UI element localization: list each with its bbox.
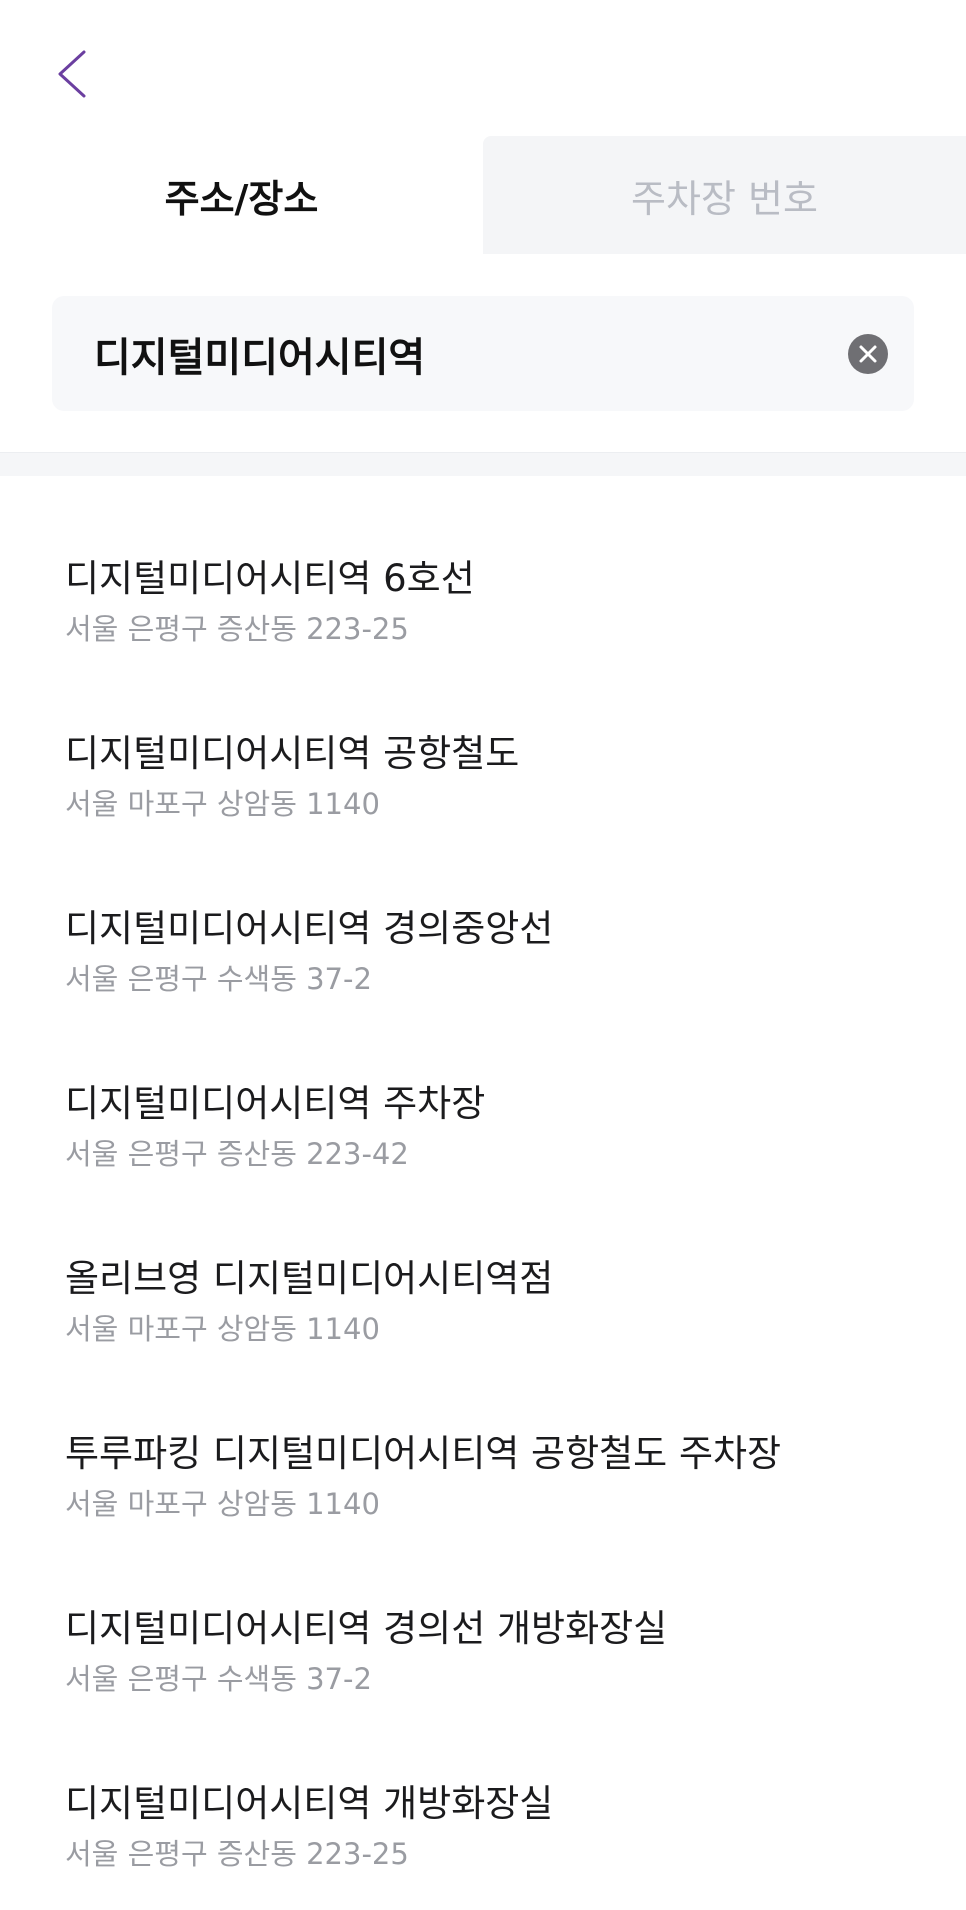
result-title: 디지털미디어시티역 공항철도	[65, 732, 520, 775]
tab-parking-number[interactable]: 주차장 번호	[483, 136, 966, 254]
result-item[interactable]: 디지털미디어시티역 개방화장실 서울 은평구 증산동 223-25	[0, 1780, 966, 1910]
result-title: 디지털미디어시티역 6호선	[65, 557, 475, 600]
result-address: 서울 은평구 수색동 37-2	[65, 962, 372, 997]
result-address: 서울 은평구 증산동 223-42	[65, 1137, 409, 1172]
tab-parking-number-label: 주차장 번호	[631, 176, 818, 221]
tab-address-place-label: 주소/장소	[164, 176, 319, 221]
result-address: 서울 마포구 상암동 1140	[65, 1487, 380, 1522]
result-item[interactable]: 디지털미디어시티역 6호선 서울 은평구 증산동 223-25	[0, 555, 966, 730]
section-divider	[0, 452, 966, 476]
result-title: 디지털미디어시티역 주차장	[65, 1082, 486, 1125]
search-results-list: 디지털미디어시티역 6호선 서울 은평구 증산동 223-25 디지털미디어시티…	[0, 555, 966, 1910]
search-mode-tabs: 주소/장소 주차장 번호	[0, 136, 966, 254]
result-item[interactable]: 투루파킹 디지털미디어시티역 공항철도 주차장 서울 마포구 상암동 1140	[0, 1430, 966, 1605]
back-button[interactable]	[56, 44, 112, 104]
result-address: 서울 마포구 상암동 1140	[65, 1312, 380, 1347]
result-address: 서울 은평구 수색동 37-2	[65, 1662, 372, 1697]
search-box	[52, 296, 914, 411]
result-item[interactable]: 디지털미디어시티역 공항철도 서울 마포구 상암동 1140	[0, 730, 966, 905]
result-item[interactable]: 디지털미디어시티역 경의선 개방화장실 서울 은평구 수색동 37-2	[0, 1605, 966, 1780]
result-item[interactable]: 올리브영 디지털미디어시티역점 서울 마포구 상암동 1140	[0, 1255, 966, 1430]
search-screen: 주소/장소 주차장 번호 디지털미디어시티역 6호선 서울 은평구 증산동 22…	[0, 0, 966, 1910]
result-title: 투루파킹 디지털미디어시티역 공항철도 주차장	[65, 1432, 782, 1475]
chevron-left-icon	[58, 50, 86, 98]
result-address: 서울 마포구 상암동 1140	[65, 787, 380, 822]
result-title: 올리브영 디지털미디어시티역점	[65, 1257, 554, 1300]
result-address: 서울 은평구 증산동 223-25	[65, 1837, 409, 1872]
search-input[interactable]	[52, 296, 848, 411]
result-title: 디지털미디어시티역 경의중앙선	[65, 907, 554, 950]
result-item[interactable]: 디지털미디어시티역 경의중앙선 서울 은평구 수색동 37-2	[0, 905, 966, 1080]
clear-search-button[interactable]	[848, 333, 888, 374]
result-title: 디지털미디어시티역 개방화장실	[65, 1782, 554, 1825]
result-title: 디지털미디어시티역 경의선 개방화장실	[65, 1607, 668, 1650]
result-address: 서울 은평구 증산동 223-25	[65, 612, 409, 647]
close-icon	[859, 345, 877, 362]
tab-address-place[interactable]: 주소/장소	[0, 136, 483, 254]
result-item[interactable]: 디지털미디어시티역 주차장 서울 은평구 증산동 223-42	[0, 1080, 966, 1255]
